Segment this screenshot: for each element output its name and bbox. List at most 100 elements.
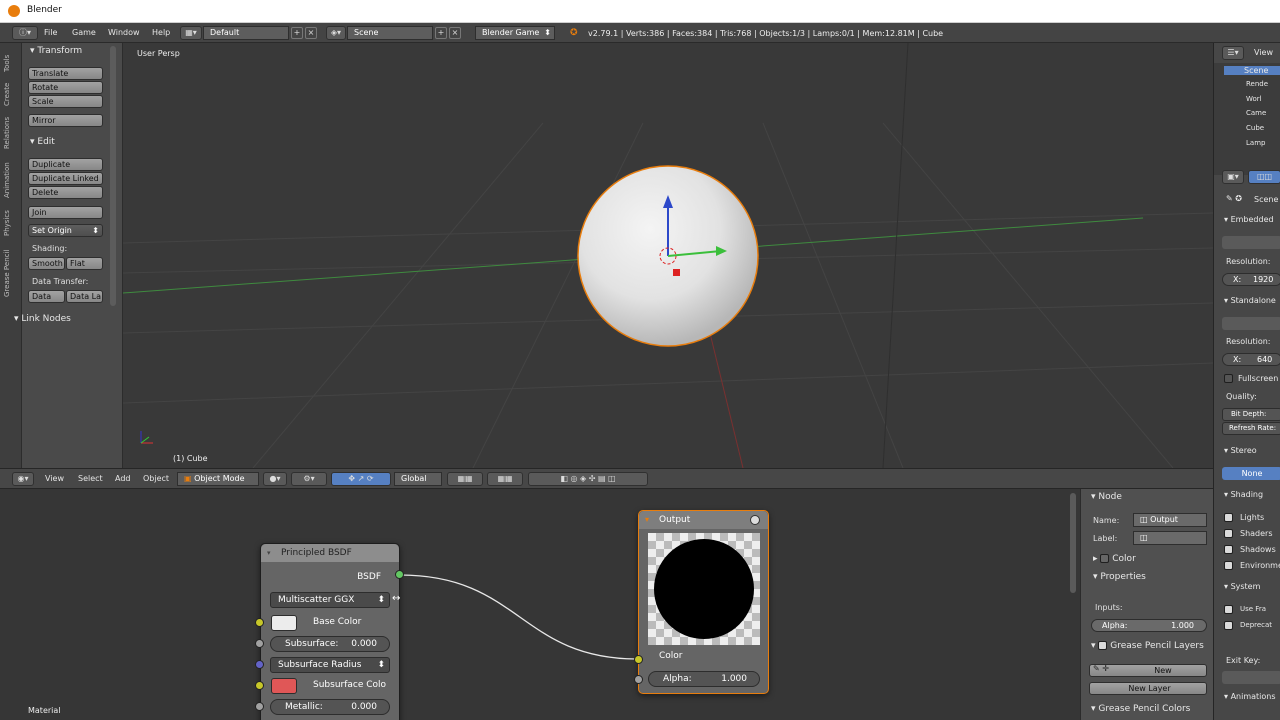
stereo-none-button[interactable]: None — [1222, 467, 1280, 480]
grease-pencil-layers-checkbox[interactable] — [1098, 641, 1108, 650]
set-origin-select[interactable]: Set Origin ⬍ — [28, 224, 103, 237]
system-section-header[interactable]: ▾ System — [1224, 582, 1260, 591]
duplicate-button[interactable]: Duplicate — [28, 158, 103, 171]
embedded-section-header[interactable]: ▾ Embedded — [1224, 215, 1274, 224]
outliner-item-world[interactable]: Worl — [1246, 95, 1262, 103]
menu-add[interactable]: Add — [115, 474, 131, 483]
metallic-field[interactable]: Metallic: 0.000 — [270, 699, 390, 715]
layers-grid-icon[interactable]: ▦▦ — [447, 472, 483, 486]
rotate-button[interactable]: Rotate — [28, 81, 103, 94]
gizmo-x-handle[interactable] — [673, 269, 680, 276]
add-layout-icon[interactable]: + — [291, 27, 303, 39]
resolution-x-field[interactable]: X: 1920 — [1222, 273, 1280, 286]
color-input-socket[interactable] — [634, 655, 643, 664]
subsurface-color-socket[interactable] — [255, 681, 264, 690]
tab-animation[interactable]: Animation — [3, 157, 17, 203]
grease-pencil-layers-header[interactable]: ▾ Grease Pencil Layers — [1091, 641, 1204, 651]
label-field[interactable]: ◫ — [1133, 531, 1207, 545]
exit-key-field[interactable] — [1222, 671, 1280, 684]
layers-grid2-icon[interactable]: ▦▦ — [487, 472, 523, 486]
name-field[interactable]: ◫ Output — [1133, 513, 1207, 527]
scale-button[interactable]: Scale — [28, 95, 103, 108]
properties-section-header[interactable]: ▾ Properties — [1093, 572, 1146, 582]
menu-help[interactable]: Help — [152, 28, 170, 37]
outliner-item-lamp[interactable]: Lamp — [1246, 139, 1265, 147]
menu-select[interactable]: Select — [78, 474, 103, 483]
outliner-editor-icon[interactable]: ☰▾ — [1222, 46, 1244, 60]
grease-pencil-colors-header[interactable]: ▾ Grease Pencil Colors — [1091, 704, 1190, 714]
menu-game[interactable]: Game — [72, 28, 96, 37]
transform-orientation-select[interactable]: Global — [394, 472, 442, 486]
editor-type-info-icon[interactable]: ⓘ▾ — [12, 26, 38, 40]
resolution2-x-field[interactable]: X: 640 — [1222, 353, 1280, 366]
menu-object[interactable]: Object — [143, 474, 169, 483]
collapse-triangle-icon[interactable]: ▾ — [645, 515, 649, 524]
data-transfer-button[interactable]: Data — [28, 290, 65, 303]
animations-section-header[interactable]: ▾ Animations — [1224, 692, 1276, 701]
bsdf-output-socket[interactable] — [395, 570, 404, 579]
render-engine-select[interactable]: Blender Game ⬍ — [475, 26, 555, 40]
screen-layout-field[interactable]: Default — [203, 26, 289, 40]
metallic-socket[interactable] — [255, 702, 264, 711]
bsdf-node-header[interactable]: Principled BSDF — [261, 544, 399, 562]
tab-tools[interactable]: Tools — [3, 49, 17, 77]
tab-grease-pencil[interactable]: Grease Pencil — [3, 243, 17, 303]
environment-checkbox[interactable] — [1224, 561, 1233, 570]
snap-tools-icon[interactable]: ◧ ◎ ◈ ✣ ▤ ◫ — [528, 472, 648, 486]
menu-file[interactable]: File — [44, 28, 57, 37]
node-editor[interactable]: Principled BSDF ▾ BSDF Multiscatter GGX ⬍… — [0, 489, 1080, 720]
standalone-section-header[interactable]: ▾ Standalone — [1224, 296, 1276, 305]
3d-viewport[interactable]: User Persp (1) Cube — [123, 43, 1213, 468]
collapse-triangle-icon[interactable]: ▾ — [267, 549, 271, 557]
subsurface-field[interactable]: Subsurface: 0.000 — [270, 636, 390, 652]
subsurface-color-swatch[interactable] — [271, 678, 297, 694]
pivot-point-icon[interactable]: ⚙▾ — [291, 472, 327, 486]
subsurface-radius-socket[interactable] — [255, 660, 264, 669]
deprecated-checkbox[interactable] — [1224, 621, 1233, 630]
join-button[interactable]: Join — [28, 206, 103, 219]
color-section-header[interactable]: ▸ Color — [1093, 554, 1136, 564]
subsurface-radius-select[interactable]: Subsurface Radius ⬍ — [270, 657, 390, 673]
output-node[interactable]: Output ▾ Color Alpha: 1.000 — [638, 510, 769, 694]
standalone-button[interactable] — [1222, 317, 1280, 330]
properties-editor-icon[interactable]: ▣▾ — [1222, 170, 1244, 184]
tool-shelf-scrollbar[interactable] — [110, 46, 116, 306]
outliner-item-cube[interactable]: Cube — [1246, 124, 1264, 132]
shadows-checkbox[interactable] — [1224, 545, 1233, 554]
remove-layout-icon[interactable]: × — [305, 27, 317, 39]
shading-section-header[interactable]: ▾ Shading — [1224, 490, 1263, 499]
viewport-shading-icon[interactable]: ●▾ — [263, 472, 287, 486]
tab-relations[interactable]: Relations — [3, 113, 17, 153]
menu-window[interactable]: Window — [108, 28, 140, 37]
embedded-button[interactable] — [1222, 236, 1280, 249]
alpha-input-socket[interactable] — [634, 675, 643, 684]
use-frame-checkbox[interactable] — [1224, 605, 1233, 614]
delete-button[interactable]: Delete — [28, 186, 103, 199]
link-nodes-panel-header[interactable]: ▾ Link Nodes — [14, 314, 71, 324]
node-link[interactable] — [399, 574, 639, 660]
smooth-button[interactable]: Smooth — [28, 257, 65, 270]
outliner-item-render[interactable]: Rende — [1246, 80, 1268, 88]
new-layer-button[interactable]: New Layer — [1089, 682, 1207, 695]
subsurface-socket[interactable] — [255, 639, 264, 648]
flat-button[interactable]: Flat — [66, 257, 103, 270]
data-layout-button[interactable]: Data La — [66, 290, 103, 303]
add-scene-icon[interactable]: + — [435, 27, 447, 39]
tab-physics[interactable]: Physics — [3, 207, 17, 239]
refresh-rate-field[interactable]: Refresh Rate: — [1222, 422, 1280, 435]
distribution-select[interactable]: Multiscatter GGX ⬍ — [270, 592, 390, 608]
properties-context-tabs[interactable]: ◫◫ — [1248, 170, 1280, 184]
alpha-field[interactable]: Alpha: 1.000 — [648, 671, 760, 687]
scene-icon[interactable]: ◈▾ — [326, 26, 346, 40]
outliner-item-scene[interactable]: Scene — [1224, 66, 1280, 75]
manipulator-toggle-icon[interactable]: ✥ ↗ ⟳ — [331, 472, 391, 486]
shaders-checkbox[interactable] — [1224, 529, 1233, 538]
node-editor-scrollbar[interactable] — [1070, 493, 1076, 593]
principled-bsdf-node[interactable]: Principled BSDF ▾ BSDF Multiscatter GGX ⬍… — [260, 543, 400, 720]
properties-pin-icon[interactable]: ✎ ✪ — [1226, 194, 1242, 203]
mirror-button[interactable]: Mirror — [28, 114, 103, 127]
tab-create[interactable]: Create — [3, 79, 17, 109]
bit-depth-field[interactable]: Bit Depth: — [1222, 408, 1280, 421]
lights-checkbox[interactable] — [1224, 513, 1233, 522]
fullscreen-checkbox[interactable] — [1224, 374, 1233, 383]
